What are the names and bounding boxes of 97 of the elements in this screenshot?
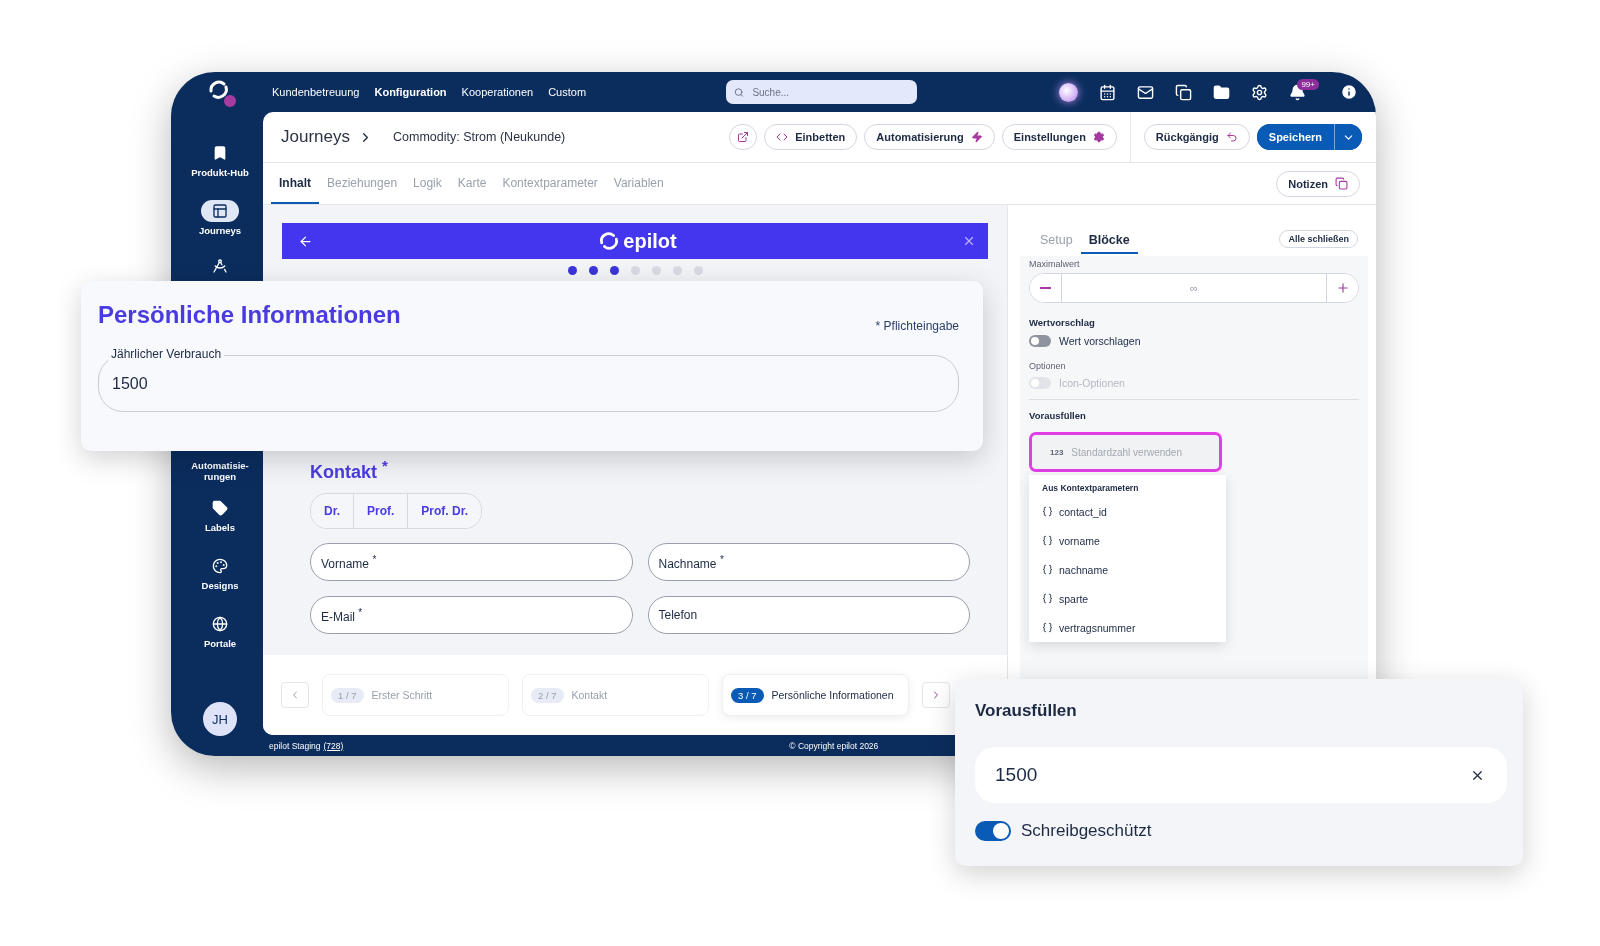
toggle-label: Schreibgeschützt — [1021, 821, 1152, 841]
sidebar-item[interactable]: Designs — [199, 555, 241, 613]
braces-icon — [1042, 506, 1053, 517]
number-type-label: 123 — [1050, 447, 1064, 457]
step-tab[interactable]: 3 / 7 Persönliche Informationen — [722, 674, 909, 716]
undo-icon — [1225, 131, 1238, 143]
sidebar-item[interactable]: Automatisie-rungen — [187, 461, 253, 497]
user-avatar[interactable]: JH — [203, 702, 237, 736]
mail-icon[interactable] — [1137, 83, 1155, 101]
sidebar-item[interactable]: Labels — [201, 497, 239, 555]
toolbar-button[interactable]: Automatisierung — [864, 124, 995, 150]
nav-link[interactable]: Kooperationen — [461, 86, 534, 98]
copy-icon[interactable] — [1175, 83, 1193, 101]
number-stepper[interactable]: ∞ — [1029, 273, 1359, 303]
braces-icon — [1042, 622, 1053, 633]
text-field[interactable]: Nachname $^{*}$ — [647, 543, 970, 581]
build-link[interactable]: (728) — [323, 740, 344, 751]
text-field[interactable]: Vorname $^{*}$ — [310, 543, 633, 581]
code-icon — [776, 131, 789, 143]
braces-icon — [1042, 535, 1053, 546]
calendar-icon[interactable] — [1099, 83, 1117, 101]
menu-item[interactable]: vertragsnummer — [1029, 613, 1226, 642]
tag-icon — [212, 500, 228, 516]
logo-icon — [598, 230, 621, 252]
collapse-all-button[interactable]: Alle schließen — [1279, 230, 1358, 248]
nav-link[interactable]: Kundenbetreuung — [272, 86, 360, 98]
toolbar-button[interactable]: Einstellungen — [1001, 124, 1117, 150]
nav-link[interactable]: Konfiguration — [374, 86, 447, 98]
plus-icon — [1335, 281, 1350, 295]
close-icon[interactable] — [962, 234, 976, 248]
sidebar-item[interactable]: Portale — [201, 613, 239, 671]
palette-icon — [212, 558, 228, 574]
step-label: Kontakt — [571, 689, 608, 701]
compass-icon[interactable] — [212, 258, 228, 274]
braces-icon — [1042, 564, 1053, 575]
field-label: Optionen — [1029, 361, 1067, 371]
card-title: Vorausfüllen — [975, 701, 1078, 721]
copyright-text: © Copyright epilot 2026 — [789, 740, 879, 751]
toggle-label: Wert vorschlagen — [1059, 335, 1141, 347]
menu-group-label: Aus Kontextparametern — [1041, 483, 1140, 495]
globe-icon — [212, 616, 228, 632]
brand-name: epilot — [623, 229, 677, 253]
layout-icon — [212, 203, 228, 219]
notes-icon — [1335, 177, 1348, 190]
journey-title: Commodity: Strom (Neukunde) — [393, 130, 566, 144]
field-label: Jährlicher Verbrauch — [108, 347, 225, 361]
field-label: Maximalwert — [1029, 259, 1081, 269]
required-note: * Pflichteingabe — [875, 319, 959, 333]
menu-item[interactable]: contact_id — [1029, 497, 1226, 526]
settings-icon[interactable] — [1251, 83, 1269, 101]
breadcrumb-link[interactable]: Journeys — [281, 127, 350, 147]
search-field[interactable]: Suche... — [750, 85, 910, 99]
number-field[interactable]: ∞ — [1061, 274, 1327, 302]
open-external-button[interactable] — [729, 124, 758, 150]
menu-item[interactable]: nachname — [1029, 555, 1226, 584]
bookmark-icon — [212, 145, 228, 161]
search-icon — [734, 86, 745, 98]
toggle-switch[interactable] — [975, 821, 1011, 841]
menu-item[interactable]: vorname — [1029, 526, 1226, 555]
step-label: Persönliche Informationen — [771, 689, 894, 701]
toggle-label: Icon-Optionen — [1059, 377, 1125, 389]
section-label: Wertvorschlag — [1029, 317, 1096, 328]
step-number: 1 / 7 — [331, 687, 364, 703]
step-number: 2 / 7 — [531, 687, 564, 703]
step-label: Erster Schritt — [371, 689, 433, 701]
assistant-orb-icon[interactable] — [1059, 82, 1079, 102]
menu-item[interactable]: sparte — [1029, 584, 1226, 613]
sidebar-item[interactable]: Journeys — [196, 200, 244, 258]
nav-link[interactable]: Custom — [548, 86, 587, 98]
consumption-field[interactable]: 1500 — [110, 373, 947, 394]
toggle-switch[interactable] — [1029, 335, 1051, 347]
toolbar-button[interactable]: Einbetten — [764, 124, 858, 150]
prefill-select[interactable]: Standardzahl verwenden — [1069, 445, 1209, 459]
section-label: Vorausfüllen — [1029, 410, 1087, 421]
salutation-option[interactable]: Prof. Dr. — [407, 494, 482, 528]
lightning-icon — [970, 131, 983, 143]
prefill-value-field[interactable]: 1500 — [993, 763, 1470, 787]
panel-tab[interactable]: Blöcke — [1080, 227, 1138, 254]
section-heading: Kontakt $^{*}$ — [310, 457, 389, 483]
notification-badge: 99+ — [1297, 78, 1319, 90]
braces-icon — [1042, 593, 1053, 604]
notes-button[interactable]: Notizen — [1276, 170, 1360, 197]
prefill-value-box[interactable]: 1500 — [975, 747, 1507, 803]
step-title: Persönliche Informationen — [98, 301, 401, 329]
folder-icon[interactable] — [1213, 83, 1231, 101]
search-box[interactable]: Suche... — [726, 80, 918, 104]
gear-icon — [1092, 131, 1105, 143]
text-field[interactable]: Telefon — [647, 596, 970, 634]
step-number: 3 / 7 — [731, 687, 764, 703]
save-options-button[interactable] — [1334, 124, 1362, 150]
info-icon[interactable] — [1340, 83, 1358, 101]
text-field[interactable]: E-Mail $^{*}$ — [310, 596, 633, 634]
undo-button[interactable]: Rückgängig — [1143, 124, 1250, 150]
external-link-icon — [737, 131, 750, 143]
minus-icon — [1040, 287, 1051, 289]
environment-label: epilot Staging — [269, 740, 321, 751]
sidebar-item[interactable]: Produkt-Hub — [189, 142, 251, 200]
